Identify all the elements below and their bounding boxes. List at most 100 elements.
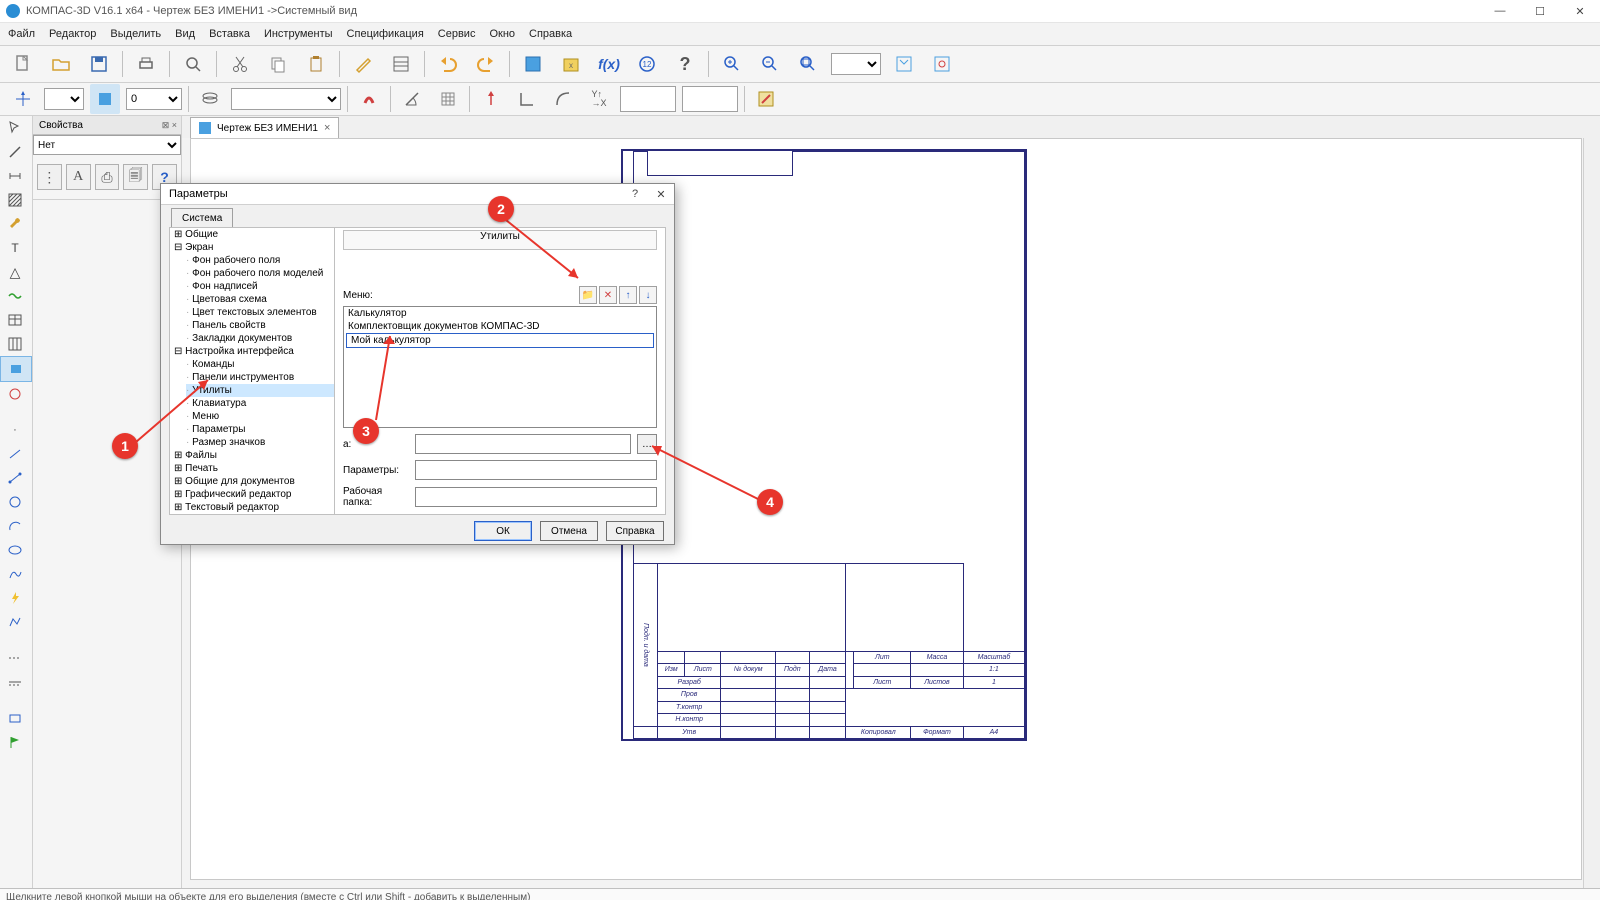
preview-icon[interactable]: [178, 49, 208, 79]
tool-table-icon[interactable]: [0, 308, 30, 332]
zoom-in-icon[interactable]: [717, 49, 747, 79]
cancel-button[interactable]: Отмена: [540, 521, 598, 541]
round-icon[interactable]: [548, 84, 578, 114]
tool-circle2-icon[interactable]: [0, 382, 30, 406]
print-icon[interactable]: [131, 49, 161, 79]
menu-service[interactable]: Сервис: [438, 28, 476, 40]
copy-icon[interactable]: [263, 49, 293, 79]
tool-line-icon[interactable]: [0, 140, 30, 164]
rebuild-icon[interactable]: [927, 49, 957, 79]
pt-2-icon[interactable]: A: [66, 164, 91, 190]
snap-icon[interactable]: [354, 84, 384, 114]
arrow-up-icon[interactable]: [476, 84, 506, 114]
paste-icon[interactable]: [301, 49, 331, 79]
pt-1-icon[interactable]: ⋮: [37, 164, 62, 190]
fx-icon[interactable]: f(x): [594, 49, 624, 79]
tool-point-icon[interactable]: ·: [0, 418, 30, 442]
menu-spec[interactable]: Спецификация: [347, 28, 424, 40]
close-button[interactable]: ✕: [1560, 0, 1600, 22]
tool-edge2-icon[interactable]: [0, 670, 30, 694]
cut-icon[interactable]: [225, 49, 255, 79]
tool-symbol-icon[interactable]: △: [0, 260, 30, 284]
properties-icon[interactable]: [386, 49, 416, 79]
coord-icon[interactable]: [8, 84, 38, 114]
add-menu-icon[interactable]: 📁: [579, 286, 597, 304]
tool-wrench-icon[interactable]: [0, 212, 30, 236]
tools2-icon[interactable]: 12: [632, 49, 662, 79]
layer-icon[interactable]: [90, 84, 120, 114]
tool-text-icon[interactable]: T: [0, 236, 30, 260]
tool-bolt-icon[interactable]: [0, 586, 30, 610]
zoom-select[interactable]: [831, 53, 881, 75]
menu-help[interactable]: Справка: [529, 28, 572, 40]
menu-view[interactable]: Вид: [175, 28, 195, 40]
x-input[interactable]: [620, 86, 676, 112]
menu-tools[interactable]: Инструменты: [264, 28, 333, 40]
layer-select[interactable]: 0: [126, 88, 182, 110]
tool-edge-icon[interactable]: [0, 646, 30, 670]
refresh-icon[interactable]: [889, 49, 919, 79]
state-select[interactable]: [231, 88, 341, 110]
save-icon[interactable]: [84, 49, 114, 79]
dialog-close-icon[interactable]: ✕: [648, 188, 674, 201]
angle-icon[interactable]: [397, 84, 427, 114]
undo-icon[interactable]: [433, 49, 463, 79]
properties-combo[interactable]: Нет: [33, 135, 181, 155]
scrollbar-vertical[interactable]: [1583, 138, 1600, 888]
coord-select[interactable]: [44, 88, 84, 110]
tool-poly-icon[interactable]: [0, 610, 30, 634]
menu-insert[interactable]: Вставка: [209, 28, 250, 40]
help-button[interactable]: Справка: [606, 521, 664, 541]
ortho-icon[interactable]: [512, 84, 542, 114]
params-input[interactable]: [415, 460, 657, 480]
open-icon[interactable]: [46, 49, 76, 79]
folder-input[interactable]: [415, 487, 657, 507]
zoom-out-icon[interactable]: [755, 49, 785, 79]
vars-icon[interactable]: x: [556, 49, 586, 79]
tool-seg-icon[interactable]: [0, 442, 30, 466]
menu-file[interactable]: Файл: [8, 28, 35, 40]
pin-icon[interactable]: ⊠ ×: [162, 120, 177, 131]
delete-menu-icon[interactable]: ✕: [599, 286, 617, 304]
tool-hatch-icon[interactable]: [0, 188, 30, 212]
tool-spline-icon[interactable]: [0, 562, 30, 586]
tool-circle-icon[interactable]: [0, 490, 30, 514]
document-tab[interactable]: Чертеж БЕЗ ИМЕНИ1 ×: [190, 117, 339, 138]
manager-icon[interactable]: [518, 49, 548, 79]
ok-button[interactable]: ОК: [474, 521, 532, 541]
command-input[interactable]: [415, 434, 631, 454]
move-up-icon[interactable]: ↑: [619, 286, 637, 304]
layers-icon[interactable]: [195, 84, 225, 114]
redo-icon[interactable]: [471, 49, 501, 79]
tool-rect-icon[interactable]: [0, 356, 32, 382]
list-item[interactable]: Калькулятор: [344, 307, 656, 320]
pt-3-icon[interactable]: ⎙: [95, 164, 120, 190]
tab-system[interactable]: Система: [171, 208, 233, 227]
menu-select[interactable]: Выделить: [110, 28, 161, 40]
menu-window[interactable]: Окно: [489, 28, 515, 40]
tool-seg2-icon[interactable]: [0, 466, 30, 490]
grid-icon[interactable]: [433, 84, 463, 114]
tool-ellipse-icon[interactable]: [0, 538, 30, 562]
tool-box-icon[interactable]: [0, 706, 30, 730]
menu-edit[interactable]: Редактор: [49, 28, 96, 40]
move-down-icon[interactable]: ↓: [639, 286, 657, 304]
new-icon[interactable]: [8, 49, 38, 79]
maximize-button[interactable]: ☐: [1520, 0, 1560, 22]
tab-close-icon[interactable]: ×: [324, 122, 330, 134]
tool-select-icon[interactable]: [0, 116, 30, 140]
edit-icon[interactable]: [751, 84, 781, 114]
tool-arc-icon[interactable]: [0, 514, 30, 538]
pt-4-icon[interactable]: 🗐: [123, 164, 148, 190]
brush-icon[interactable]: [348, 49, 378, 79]
zoom-fit-icon[interactable]: [793, 49, 823, 79]
tool-flag-icon[interactable]: [0, 730, 30, 754]
help-icon[interactable]: ?: [670, 49, 700, 79]
dialog-help-icon[interactable]: ?: [622, 188, 648, 201]
y-input[interactable]: [682, 86, 738, 112]
tool-grid2-icon[interactable]: [0, 332, 30, 356]
tool-dimension-icon[interactable]: [0, 164, 30, 188]
tool-wave-icon[interactable]: [0, 284, 30, 308]
xy-icon[interactable]: Y↑→X: [584, 84, 614, 114]
minimize-button[interactable]: —: [1480, 0, 1520, 22]
